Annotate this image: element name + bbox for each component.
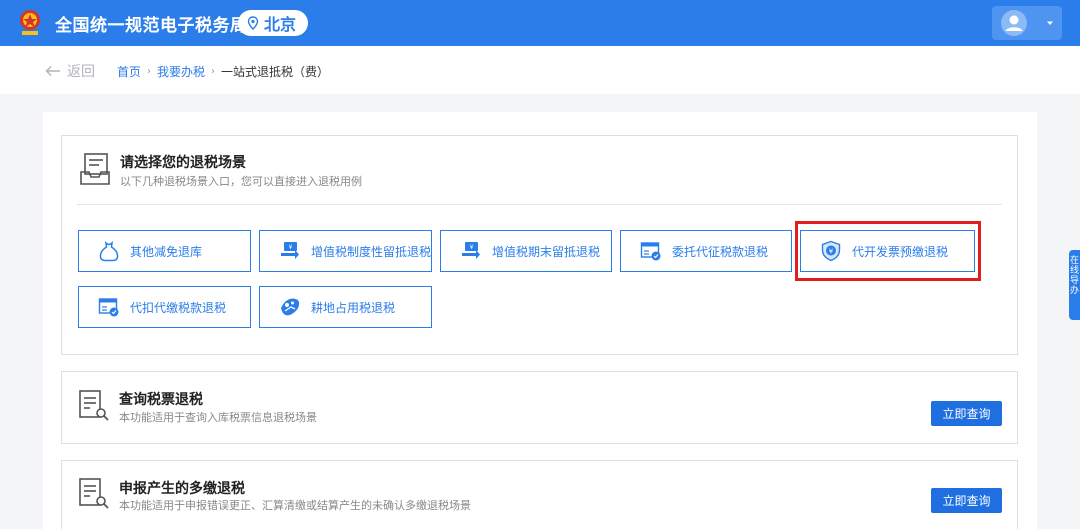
scene-label: 代开发票预缴退税 [852,244,949,259]
scene-withholding-refund[interactable]: 代扣代缴税款退税 [78,286,251,328]
bag-icon [99,240,119,262]
user-avatar-icon [1001,10,1027,36]
svg-text:¥: ¥ [470,244,474,251]
land-icon [281,298,300,316]
scene-other-reduction-refund[interactable]: 其他减免退库 [78,230,251,272]
scene-farmland-tax-refund[interactable]: 耕地占用税退税 [259,286,432,328]
inbox-tray-icon [80,153,110,185]
caret-down-icon [1047,21,1053,25]
scene-vat-institutional-credit-refund[interactable]: ¥ 增值税制度性留抵退税 [259,230,432,272]
scene-section-title: 请选择您的退税场景 [120,155,246,171]
scene-section-desc: 以下几种退税场景入口，您可以直接进入退税用例 [120,175,362,188]
svg-text:¥: ¥ [289,244,293,251]
scene-vat-period-end-credit-refund[interactable]: ¥ 增值税期末留抵退税 [440,230,612,272]
city-selector[interactable]: 北京 [238,10,309,36]
svg-text:¥: ¥ [829,247,834,255]
tax-emblem-icon [20,10,40,35]
breadcrumb: 首页 › 我要办税 › 一站式退抵税（费） [117,63,329,80]
scene-label: 耕地占用税退税 [311,300,396,315]
back-button[interactable]: 返回 [45,61,95,81]
scene-label: 委托代征税款退税 [672,244,769,259]
location-pin-icon [247,16,259,30]
window-document-icon [640,242,661,261]
divider [77,204,1002,205]
scene-invoice-prepaid-refund[interactable]: ¥ 代开发票预缴退税 [800,230,975,272]
breadcrumb-separator: › [147,66,152,77]
user-menu[interactable] [992,6,1062,40]
breadcrumb-tax-service[interactable]: 我要办税 [157,63,205,80]
document-search-icon [79,478,109,509]
scene-label: 增值税期末留抵退税 [492,244,601,259]
online-guide-tab[interactable]: 在线导办 [1069,250,1080,320]
breadcrumb-bar: 返回 首页 › 我要办税 › 一站式退抵税（费） [0,46,1080,94]
ticket-refund-icon: ¥ [462,242,480,259]
breadcrumb-separator: › [211,66,216,77]
scene-label: 其他减免退库 [130,244,203,259]
window-document-icon [98,298,119,317]
scene-entrusted-collection-refund[interactable]: 委托代征税款退税 [620,230,792,272]
site-title[interactable]: 全国统一规范电子税务局 [55,11,248,36]
breadcrumb-current: 一站式退抵税（费） [221,65,330,79]
query-now-button[interactable]: 立即查询 [931,401,1002,426]
query-section-desc: 本功能适用于查询入库税票信息退税场景 [119,411,317,424]
arrow-left-icon [45,66,60,76]
multi-section-desc: 本功能适用于申报错误更正、汇算清缴或结算产生的未确认多缴退税场景 [119,499,471,512]
scene-label: 代扣代缴税款退税 [130,300,227,315]
ticket-refund-icon: ¥ [281,242,299,259]
query-receipt-refund-section [61,371,1018,444]
top-bar: 全国统一规范电子税务局 北京 [0,0,1080,46]
query-section-title: 查询税票退税 [119,392,203,408]
scene-label: 增值税制度性留抵退税 [311,244,432,259]
multi-section-title: 申报产生的多缴退税 [119,481,245,497]
shield-yen-icon: ¥ [821,240,841,262]
city-name: 北京 [264,15,297,34]
document-search-icon [79,390,109,421]
back-label: 返回 [67,64,95,80]
breadcrumb-home[interactable]: 首页 [117,63,141,80]
query-now-button[interactable]: 立即查询 [931,488,1002,513]
